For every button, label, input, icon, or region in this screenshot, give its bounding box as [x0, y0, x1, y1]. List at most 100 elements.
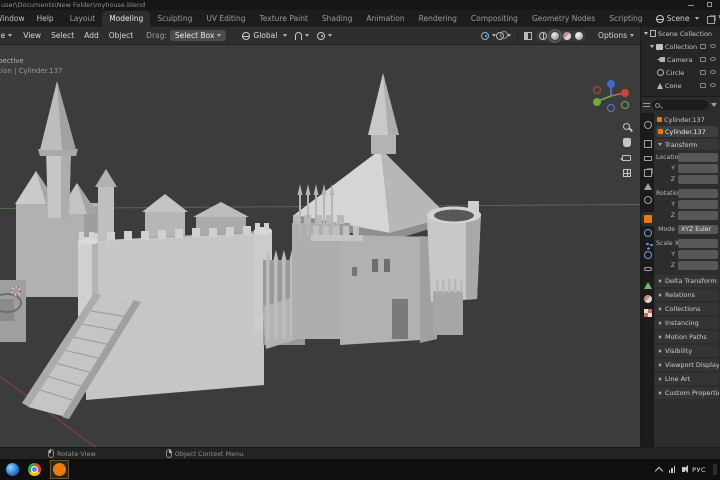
location-y-input[interactable]	[678, 164, 718, 173]
tab-modeling[interactable]: Modeling	[102, 11, 150, 27]
scale-y-input[interactable]	[678, 250, 718, 259]
tab-geometry-nodes[interactable]: Geometry Nodes	[525, 11, 602, 27]
chevron-down-icon[interactable]	[650, 45, 654, 48]
texture-tab[interactable]	[641, 306, 654, 320]
eye-icon[interactable]	[710, 44, 716, 48]
camera-view-icon[interactable]	[622, 155, 631, 161]
tab-uv-editing[interactable]: UV Editing	[199, 11, 252, 27]
network-icon[interactable]	[669, 466, 676, 473]
transform-section-header[interactable]: Transform	[655, 139, 719, 150]
tab-sculpting[interactable]: Sculpting	[150, 11, 199, 27]
scene-selector[interactable]: Scene	[650, 14, 708, 23]
notification-icon[interactable]	[713, 464, 717, 475]
chevron-down-icon[interactable]	[644, 32, 648, 35]
menu-view[interactable]: View	[18, 31, 46, 40]
output-tab[interactable]	[641, 151, 654, 164]
particles-tab[interactable]	[641, 240, 654, 249]
shading-rendered-icon[interactable]	[575, 32, 583, 40]
eye-icon[interactable]	[710, 57, 716, 61]
section-viewport-display[interactable]: Viewport Display	[655, 359, 719, 371]
eye-icon[interactable]	[710, 70, 716, 74]
maximize-icon[interactable]	[707, 2, 712, 7]
breadcrumb[interactable]: Cylinder.137	[654, 113, 720, 126]
material-tab[interactable]	[641, 292, 654, 306]
snap-magnet-icon[interactable]	[295, 32, 302, 40]
options-button[interactable]: Options	[598, 31, 634, 40]
menu-add[interactable]: Add	[79, 31, 104, 40]
section-line-art[interactable]: Line Art	[655, 373, 719, 385]
constraints-tab[interactable]	[641, 262, 654, 274]
screen-icon[interactable]	[700, 57, 706, 62]
tab-scripting[interactable]: Scripting	[602, 11, 649, 27]
object-data-tab[interactable]	[641, 279, 654, 292]
properties-search-input[interactable]	[652, 100, 708, 110]
eye-icon[interactable]	[710, 83, 716, 87]
view-layer-tab[interactable]	[641, 164, 654, 180]
tool-tab[interactable]	[641, 118, 654, 132]
castle-model[interactable]	[0, 45, 640, 447]
tab-compositing[interactable]: Compositing	[464, 11, 525, 27]
screen-icon[interactable]	[700, 83, 706, 88]
screen-icon[interactable]	[700, 70, 706, 75]
section-instancing[interactable]: Instancing	[655, 317, 719, 329]
outliner-row-scene-collection[interactable]: Scene Collection	[641, 27, 720, 40]
scale-x-input[interactable]	[678, 239, 718, 248]
proportional-options-chevron-icon[interactable]	[328, 34, 332, 37]
section-collections[interactable]: Collections	[655, 303, 719, 315]
object-name-field[interactable]: Cylinder.137	[656, 126, 718, 137]
outliner-row-cone[interactable]: Cone	[641, 79, 720, 92]
shading-solid-icon[interactable]	[551, 32, 559, 40]
zoom-icon[interactable]	[623, 123, 630, 130]
toggle-ortho-icon[interactable]	[623, 169, 631, 177]
tab-texture-paint[interactable]: Texture Paint	[252, 11, 314, 27]
view-layer-selector[interactable]: View Layer	[707, 14, 720, 24]
overlays-icon[interactable]	[496, 32, 504, 40]
tray-expand-icon[interactable]	[654, 466, 662, 474]
rotation-x-input[interactable]	[678, 189, 718, 198]
minimize-icon[interactable]	[688, 5, 694, 6]
location-z-input[interactable]	[678, 175, 718, 184]
outliner-row-camera[interactable]: Camera	[641, 53, 720, 66]
menu-window[interactable]: Window	[0, 14, 31, 23]
section-visibility[interactable]: Visibility	[655, 345, 719, 357]
section-relations[interactable]: Relations	[655, 289, 719, 301]
world-tab[interactable]	[641, 193, 654, 207]
shading-wireframe-icon[interactable]	[539, 32, 547, 40]
blender-taskbar-button[interactable]	[50, 460, 69, 479]
location-x-input[interactable]	[678, 153, 718, 162]
menu-select[interactable]: Select	[46, 31, 79, 40]
rotation-z-input[interactable]	[678, 211, 718, 220]
scene-tab[interactable]	[641, 180, 654, 193]
filter-icon[interactable]	[711, 103, 717, 107]
menu-object[interactable]: Object	[104, 31, 138, 40]
mode-dropdown[interactable]: Object Mode	[0, 31, 18, 40]
modifiers-tab[interactable]	[641, 226, 654, 240]
section-motion-paths[interactable]: Motion Paths	[655, 331, 719, 343]
transform-orientation-dropdown[interactable]: Global	[242, 31, 287, 40]
x-ray-toggle-icon[interactable]	[524, 32, 532, 40]
navigation-gizmo[interactable]	[588, 77, 634, 115]
viewport-3d[interactable]: User Perspective (1) Collection | Cylind…	[0, 45, 640, 447]
chrome-icon[interactable]	[28, 463, 41, 476]
tab-animation[interactable]: Animation	[359, 11, 411, 27]
outliner-row-collection[interactable]: Collection	[641, 40, 720, 53]
move-view-icon[interactable]	[623, 138, 631, 147]
outliner-row-circle[interactable]: Circle	[641, 66, 720, 79]
physics-tab[interactable]	[641, 248, 654, 262]
snap-options-chevron-icon[interactable]	[305, 34, 309, 37]
show-gizmo-icon[interactable]	[481, 32, 489, 40]
tab-layout[interactable]: Layout	[63, 11, 103, 27]
section-delta-transform[interactable]: Delta Transform	[655, 275, 719, 287]
titlebar[interactable]: user\Documents\New Folder\myhouse.blend	[0, 0, 720, 10]
rotation-mode-dropdown[interactable]: XYZ Euler	[678, 225, 718, 234]
shading-material-icon[interactable]	[563, 32, 571, 40]
properties-editor-icon[interactable]	[643, 102, 650, 109]
menu-help[interactable]: Help	[31, 14, 60, 23]
tab-rendering[interactable]: Rendering	[412, 11, 464, 27]
volume-icon[interactable]	[682, 467, 685, 472]
tab-shading[interactable]: Shading	[315, 11, 359, 27]
scale-z-input[interactable]	[678, 261, 718, 270]
language-indicator[interactable]: РУС	[692, 466, 706, 474]
section-custom-properties[interactable]: Custom Properties	[655, 387, 719, 399]
object-tab[interactable]	[641, 212, 654, 226]
